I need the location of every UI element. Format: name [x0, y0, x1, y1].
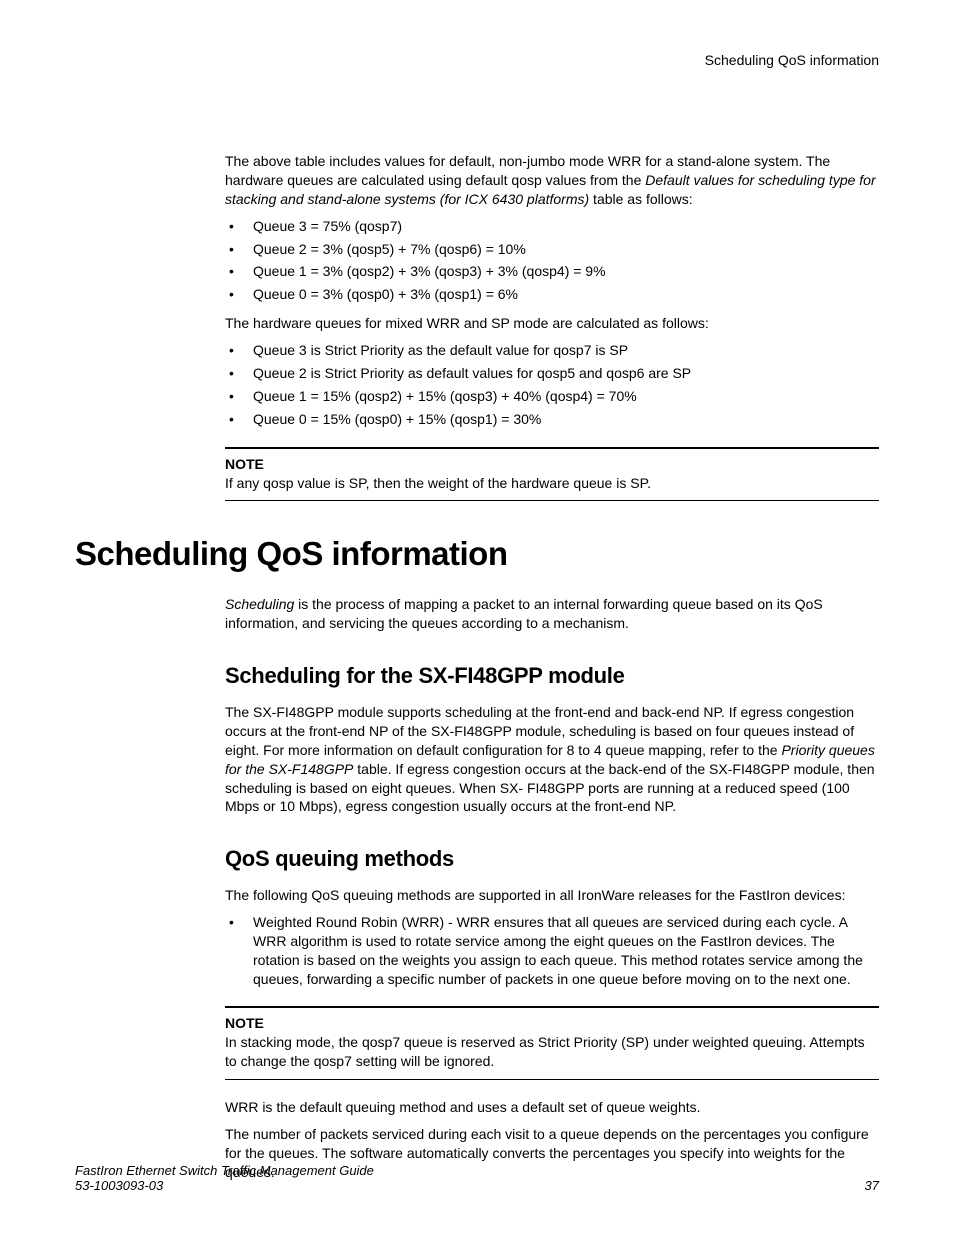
footer-doc-title: FastIron Ethernet Switch Traffic Managem… [75, 1163, 374, 1178]
list-item: Queue 3 is Strict Priority as the defaul… [225, 341, 879, 360]
intro-paragraph: The above table includes values for defa… [225, 152, 879, 209]
running-header: Scheduling QoS information [75, 52, 879, 68]
main-content: The above table includes values for defa… [225, 152, 879, 501]
list-item: Queue 1 = 15% (qosp2) + 15% (qosp3) + 40… [225, 387, 879, 406]
list-item: Queue 2 is Strict Priority as default va… [225, 364, 879, 383]
note-label: NOTE [225, 455, 879, 474]
note-text: In stacking mode, the qosp7 queue is res… [225, 1033, 879, 1071]
note-box-2: NOTE In stacking mode, the qosp7 queue i… [225, 1006, 879, 1080]
heading-scheduling-qos: Scheduling QoS information [75, 535, 879, 573]
page-footer: FastIron Ethernet Switch Traffic Managem… [75, 1163, 879, 1193]
list-item: Queue 3 = 75% (qosp7) [225, 217, 879, 236]
sx-text-a: The SX-FI48GPP module supports schedulin… [225, 704, 854, 758]
scheduling-term: Scheduling [225, 596, 294, 612]
note-text: If any qosp value is SP, then the weight… [225, 474, 879, 493]
list-item: Queue 0 = 3% (qosp0) + 3% (qosp1) = 6% [225, 285, 879, 304]
queue-list-1: Queue 3 = 75% (qosp7) Queue 2 = 3% (qosp… [225, 217, 879, 305]
scheduling-rest: is the process of mapping a packet to an… [225, 596, 823, 631]
queue-list-2: Queue 3 is Strict Priority as the defaul… [225, 341, 879, 429]
intro-text-c: table as follows: [589, 191, 693, 207]
list-item: Queue 0 = 15% (qosp0) + 15% (qosp1) = 30… [225, 410, 879, 429]
tail-paragraph-1: WRR is the default queuing method and us… [225, 1098, 879, 1117]
heading-qos-methods: QoS queuing methods [225, 844, 879, 874]
qos-intro-paragraph: The following QoS queuing methods are su… [225, 886, 879, 905]
footer-left: FastIron Ethernet Switch Traffic Managem… [75, 1163, 374, 1193]
list-item: Queue 1 = 3% (qosp2) + 3% (qosp3) + 3% (… [225, 262, 879, 281]
intro2-paragraph: The hardware queues for mixed WRR and SP… [225, 314, 879, 333]
list-item: Weighted Round Robin (WRR) - WRR ensures… [225, 913, 879, 989]
heading-sx-module: Scheduling for the SX-FI48GPP module [225, 661, 879, 691]
section-content: Scheduling is the process of mapping a p… [225, 595, 879, 1181]
sx-paragraph: The SX-FI48GPP module supports schedulin… [225, 703, 879, 816]
note-box-1: NOTE If any qosp value is SP, then the w… [225, 447, 879, 502]
scheduling-definition: Scheduling is the process of mapping a p… [225, 595, 879, 633]
page-number: 37 [865, 1178, 879, 1193]
note-label: NOTE [225, 1014, 879, 1033]
qos-methods-list: Weighted Round Robin (WRR) - WRR ensures… [225, 913, 879, 989]
footer-doc-number: 53-1003093-03 [75, 1178, 374, 1193]
list-item: Queue 2 = 3% (qosp5) + 7% (qosp6) = 10% [225, 240, 879, 259]
